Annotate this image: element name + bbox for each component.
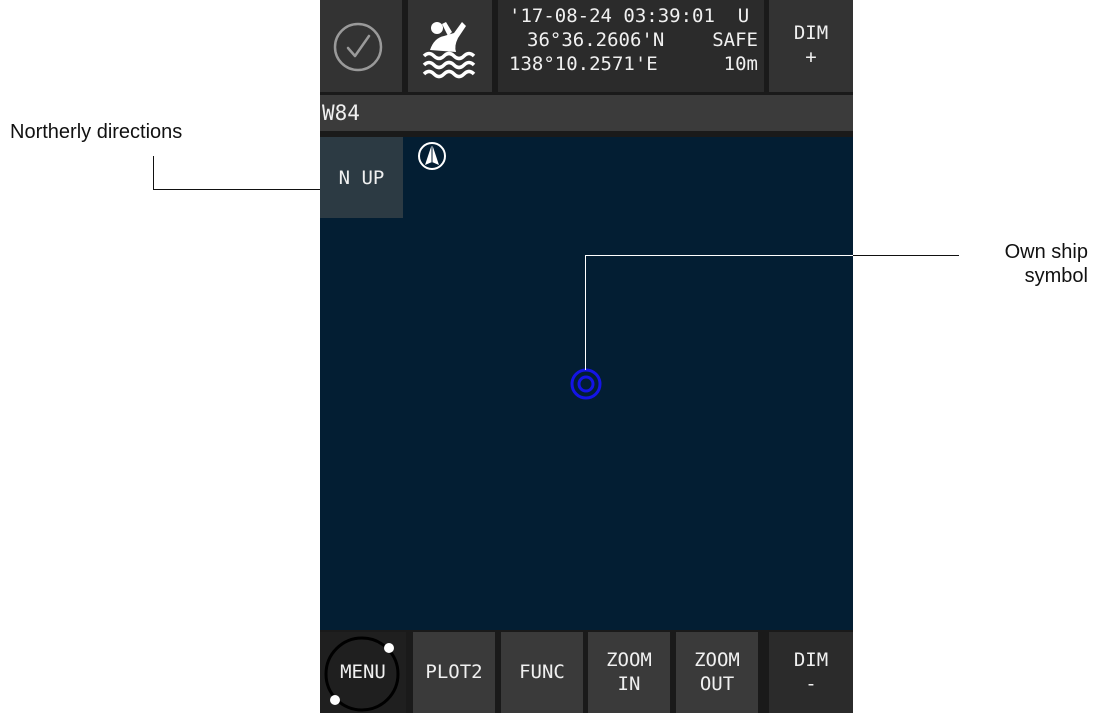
- safe-status: SAFE: [712, 29, 758, 51]
- plot2-label: PLOT2: [425, 661, 483, 683]
- chart-area[interactable]: N UP: [320, 137, 853, 630]
- accuracy-readout: 10m: [723, 53, 758, 75]
- check-circle-icon: [333, 22, 383, 72]
- confirm-button[interactable]: [320, 0, 402, 92]
- device-screen: '17-08-24 03:39:01 U 36°36.2606'N SAFE 1…: [320, 0, 853, 713]
- dim-minus-label-line2: -: [805, 673, 817, 695]
- datum-label: W84: [322, 101, 360, 125]
- north-arrow-icon: [418, 142, 446, 170]
- annotation-own-ship-symbol: Own ship symbol: [968, 240, 1088, 288]
- leader-line-own-ship-horizontal-inside: [585, 255, 853, 256]
- menu-button[interactable]: MENU: [320, 632, 406, 713]
- datetime-readout: '17-08-24 03:39:01 U: [509, 5, 750, 27]
- zoom-in-label-line1: ZOOM: [606, 649, 652, 671]
- leader-line-own-ship-horizontal-outside: [853, 255, 959, 256]
- zoom-out-button[interactable]: ZOOM OUT: [676, 632, 758, 713]
- man-overboard-icon: [422, 22, 476, 79]
- datum-bar: W84: [320, 95, 853, 131]
- dim-minus-label-line1: DIM: [793, 649, 829, 671]
- dim-plus-button[interactable]: DIM +: [769, 0, 853, 92]
- plot2-button[interactable]: PLOT2: [413, 632, 495, 713]
- dim-plus-label-line1: DIM: [793, 22, 829, 44]
- zoom-in-label-line2: IN: [617, 673, 641, 695]
- latitude-readout: 36°36.2606'N: [527, 29, 665, 51]
- north-up-button[interactable]: N UP: [320, 137, 403, 218]
- dim-minus-button[interactable]: DIM -: [769, 632, 853, 713]
- zoom-out-label-line1: ZOOM: [694, 649, 740, 671]
- annotation-own-ship-line1: Own ship: [1004, 241, 1088, 263]
- dim-plus-label-line2: +: [805, 46, 817, 68]
- man-overboard-button[interactable]: [408, 0, 492, 92]
- func-label: FUNC: [519, 661, 565, 683]
- func-button[interactable]: FUNC: [501, 632, 583, 713]
- zoom-out-label-line2: OUT: [699, 673, 735, 695]
- own-ship-icon: [570, 368, 602, 400]
- longitude-readout: 138°10.2571'E: [509, 53, 658, 75]
- annotation-own-ship-line2: symbol: [1024, 265, 1088, 287]
- menu-label: MENU: [340, 661, 386, 683]
- zoom-in-button[interactable]: ZOOM IN: [588, 632, 670, 713]
- north-up-label: N UP: [338, 167, 385, 189]
- position-status-panel: '17-08-24 03:39:01 U 36°36.2606'N SAFE 1…: [498, 0, 764, 92]
- leader-line-northerly-vertical: [153, 156, 154, 189]
- leader-line-own-ship-vertical: [585, 255, 586, 370]
- leader-line-northerly-horizontal: [153, 189, 320, 190]
- annotation-northerly-directions: Northerly directions: [10, 121, 183, 143]
